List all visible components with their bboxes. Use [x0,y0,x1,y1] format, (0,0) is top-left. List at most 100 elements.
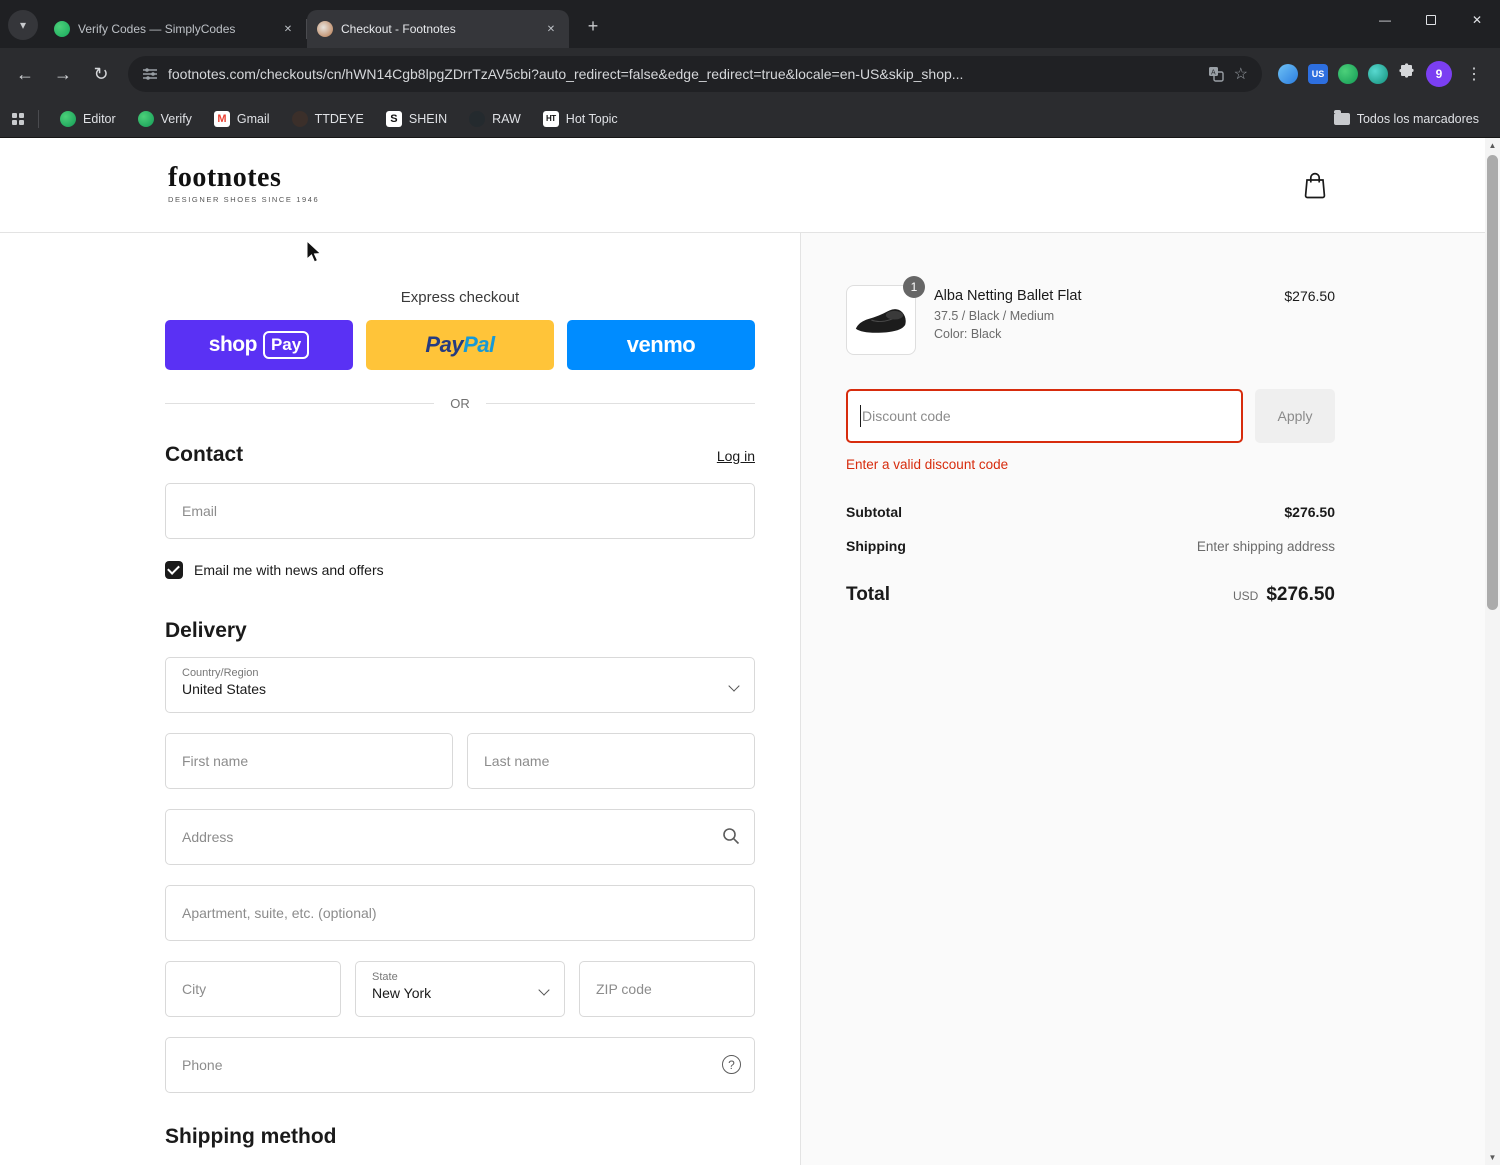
state-value: New York [372,985,432,1001]
newsletter-label: Email me with news and offers [194,562,384,578]
maximize-icon [1426,15,1436,25]
product-price: $276.50 [1284,288,1335,304]
address-bar[interactable]: footnotes.com/checkouts/cn/hWN14Cgb8lpgZ… [128,56,1262,92]
new-tab-button[interactable]: + [579,12,607,40]
country-label: Country/Region [182,667,259,679]
url-text[interactable]: footnotes.com/checkouts/cn/hWN14Cgb8lpgZ… [168,66,1198,82]
translate-icon[interactable]: A [1208,66,1224,82]
all-bookmarks-label: Todos los marcadores [1356,111,1479,126]
help-icon[interactable]: ? [722,1055,741,1074]
simplycodes-icon [60,110,76,127]
discount-code-input[interactable] [846,389,1243,443]
subtotal-label: Subtotal [846,504,902,520]
paypal-label: Pay [425,332,464,357]
reload-button[interactable]: ↻ [84,57,118,91]
svg-text:A: A [1211,70,1216,77]
page-scrollbar[interactable]: ▲ ▼ [1485,138,1500,1165]
extension-icon[interactable] [1368,64,1388,84]
tab-close-icon[interactable]: ✕ [280,21,296,37]
window-controls: — ✕ [1362,0,1500,40]
site-info-icon[interactable] [142,66,158,82]
us-extension-icon[interactable]: US [1308,64,1328,84]
country-select[interactable]: Country/Region United States [165,657,755,713]
venmo-label: venmo [626,332,696,357]
simplycodes-extension-icon[interactable] [1338,64,1358,84]
apps-grid-icon[interactable] [12,112,24,125]
bookmark-label: SHEIN [408,111,448,126]
browser-toolbar: ← → ↻ footnotes.com/checkouts/cn/hWN14Cg… [0,48,1500,100]
email-field[interactable] [165,483,755,539]
minimize-button[interactable]: — [1362,0,1408,40]
total-currency: USD [1232,589,1259,603]
profile-avatar[interactable]: 9 [1426,61,1452,87]
tab-close-icon[interactable]: ✕ [543,21,559,37]
paypal-button[interactable]: Pay Pal [366,320,554,370]
city-field[interactable] [165,961,341,1017]
chevron-down-icon: ▾ [19,18,27,32]
delivery-heading: Delivery [165,619,247,642]
tab-search-button[interactable]: ▾ [8,10,38,40]
mouse-cursor [306,239,324,269]
first-name-field[interactable] [165,733,453,789]
bookmark-label: Editor [83,111,116,126]
back-button[interactable]: ← [8,57,42,91]
bookmark-raw[interactable]: RAW [460,107,530,131]
contact-heading: Contact [165,443,244,466]
shein-icon: S [385,110,402,127]
tab-simplycodes[interactable]: Verify Codes — SimplyCodes ✕ [44,10,306,48]
newsletter-checkbox[interactable] [165,561,183,579]
bookmark-gmail[interactable]: M Gmail [205,107,279,131]
state-label: State [372,971,398,983]
zip-field[interactable] [579,961,755,1017]
search-icon [721,826,741,851]
venmo-button[interactable]: venmo [567,320,755,370]
footnotes-favicon-icon [317,21,333,37]
total-label: Total [846,584,890,605]
extensions-cluster: US [1278,62,1416,86]
all-bookmarks-button[interactable]: Todos los marcadores [1325,108,1488,130]
simplycodes-favicon-icon [54,21,70,37]
bookmark-editor[interactable]: Editor [51,107,125,131]
subtotal-value: $276.50 [1284,504,1335,520]
product-name: Alba Netting Ballet Flat [934,288,1082,304]
apartment-field[interactable] [165,885,755,941]
raw-icon [469,110,486,127]
tab-checkout-footnotes[interactable]: Checkout - Footnotes ✕ [307,10,569,48]
browser-menu-icon[interactable]: ⋮ [1456,64,1492,84]
discount-error-message: Enter a valid discount code [846,457,1009,472]
bookmark-ttdeye[interactable]: TTDEYE [283,107,373,131]
bookmark-hot-topic[interactable]: HT Hot Topic [534,107,627,131]
cart-button[interactable] [1302,171,1328,204]
site-header: footnotes DESIGNER SHOES SINCE 1946 [0,138,1500,233]
cart-bag-icon [1304,172,1326,199]
extension-icon[interactable] [1278,64,1298,84]
maximize-button[interactable] [1408,0,1454,40]
extensions-puzzle-icon[interactable] [1398,62,1416,86]
product-thumbnail [846,285,916,355]
shop-pay-label: shop [208,333,258,356]
logo-text: footnotes [168,162,282,193]
phone-field[interactable] [165,1037,755,1093]
product-variant: 37.5 / Black / Medium [934,309,1055,323]
scroll-up-icon[interactable]: ▲ [1489,138,1497,153]
scrollbar-thumb[interactable] [1487,155,1498,610]
close-window-button[interactable]: ✕ [1454,0,1500,40]
bookmark-verify[interactable]: Verify [129,107,201,131]
scroll-down-icon[interactable]: ▼ [1489,1150,1497,1165]
login-link[interactable]: Log in [717,448,755,464]
total-value: $276.50 [1266,584,1335,605]
bookmark-star-icon[interactable]: ☆ [1234,64,1248,84]
state-select[interactable]: State New York [355,961,565,1017]
forward-button[interactable]: → [46,57,80,91]
shop-pay-button[interactable]: shop Pay [165,320,353,370]
apply-discount-button[interactable]: Apply [1255,389,1335,443]
text-caret [860,405,861,427]
last-name-field[interactable] [467,733,755,789]
bookmark-shein[interactable]: S SHEIN [377,107,456,131]
address-field[interactable] [165,809,755,865]
site-logo[interactable]: footnotes DESIGNER SHOES SINCE 1946 [168,162,319,204]
order-summary-pane: 1 Alba Netting Ballet Flat 37.5 / Black … [800,233,1500,1165]
divider [38,109,39,128]
shipping-method-heading: Shipping method [165,1125,337,1148]
paypal-label: Pal [463,332,495,357]
